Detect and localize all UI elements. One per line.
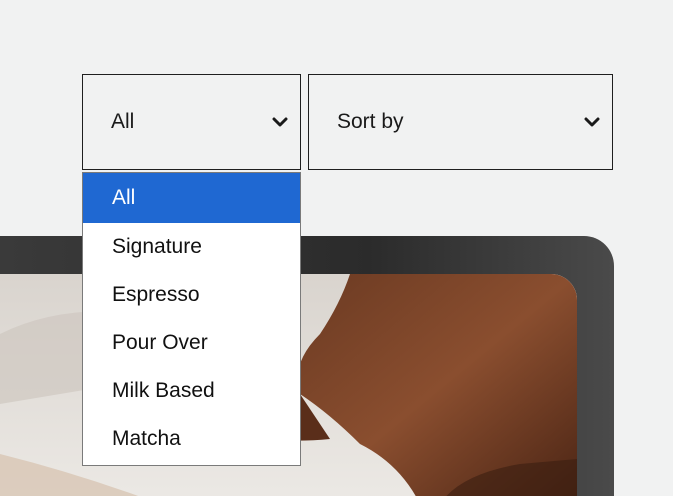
category-option-matcha[interactable]: Matcha [83,415,300,463]
chevron-down-icon [272,116,288,128]
category-select[interactable]: All [82,74,301,170]
category-option-espresso[interactable]: Espresso [83,271,300,319]
sort-select[interactable]: Sort by [308,74,613,170]
sort-select-value: Sort by [337,110,404,133]
category-option-milk-based[interactable]: Milk Based [83,367,300,415]
category-option-signature[interactable]: Signature [83,223,300,271]
chevron-down-icon [584,116,600,128]
category-option-pour-over[interactable]: Pour Over [83,319,300,367]
category-option-all[interactable]: All [83,173,300,223]
category-select-value: All [111,110,135,133]
category-dropdown-list[interactable]: All Signature Espresso Pour Over Milk Ba… [82,172,301,466]
